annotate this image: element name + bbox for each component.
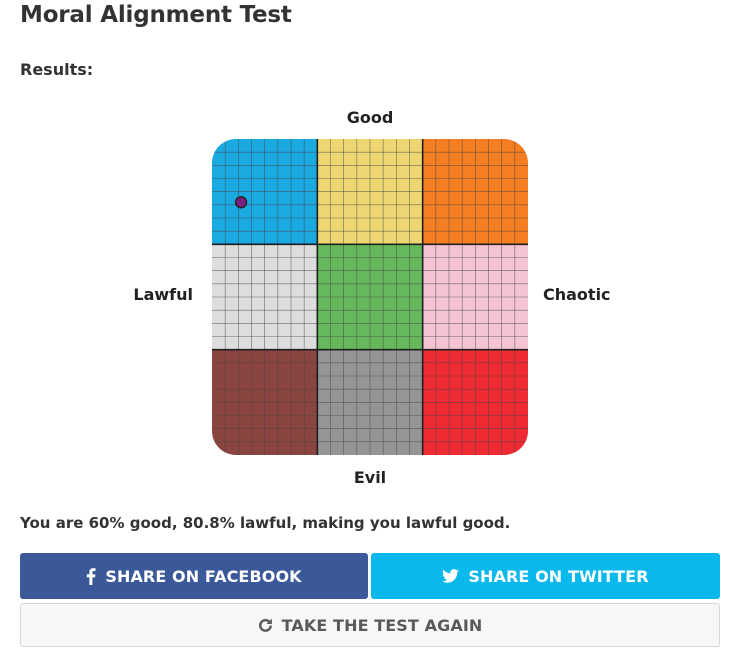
facebook-icon bbox=[86, 567, 96, 585]
alignment-grid-svg bbox=[212, 139, 528, 455]
axis-label-evil: Evil bbox=[353, 468, 387, 487]
axis-label-lawful: Lawful bbox=[133, 285, 193, 304]
refresh-icon bbox=[258, 618, 273, 633]
share-facebook-label: SHARE ON FACEBOOK bbox=[105, 566, 302, 586]
result-summary: You are 60% good, 80.8% lawful, making y… bbox=[20, 514, 511, 532]
share-facebook-button[interactable]: SHARE ON FACEBOOK bbox=[20, 553, 368, 599]
take-test-again-label: TAKE THE TEST AGAIN bbox=[281, 615, 483, 635]
alignment-chart bbox=[212, 139, 528, 455]
page-title: Moral Alignment Test bbox=[20, 2, 292, 28]
twitter-icon bbox=[442, 569, 460, 583]
results-heading: Results: bbox=[20, 60, 94, 79]
result-marker bbox=[234, 196, 248, 209]
axis-label-good: Good bbox=[346, 108, 394, 127]
share-twitter-label: SHARE ON TWITTER bbox=[468, 566, 649, 586]
axis-label-chaotic: Chaotic bbox=[543, 285, 611, 304]
share-twitter-button[interactable]: SHARE ON TWITTER bbox=[371, 553, 720, 599]
take-test-again-button[interactable]: TAKE THE TEST AGAIN bbox=[20, 603, 720, 647]
